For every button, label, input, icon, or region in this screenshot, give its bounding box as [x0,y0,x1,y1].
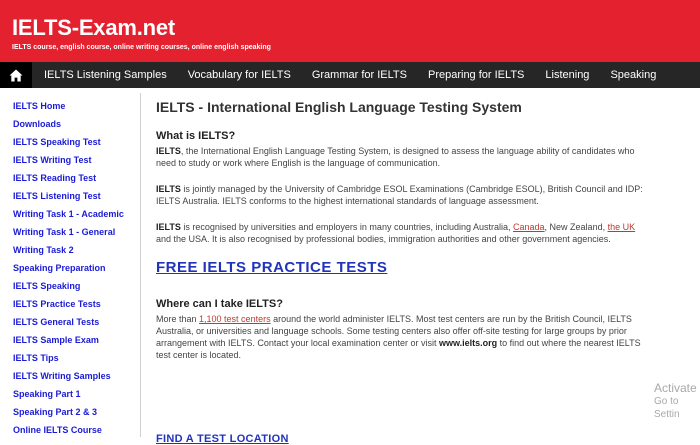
nav-item-grammar[interactable]: Grammar for IELTS [301,62,417,88]
canada-link[interactable]: Canada [513,222,545,232]
sidebar-item-speaking-preparation[interactable]: Speaking Preparation [0,259,140,277]
watermark-line1: Activate [654,381,697,395]
sidebar-item-downloads[interactable]: Downloads [0,115,140,133]
sidebar-item-writing-task1-academic[interactable]: Writing Task 1 - Academic [0,205,140,223]
what-is-heading: What is IELTS? [156,130,236,142]
paragraph-recognised: IELTS is recognised by universities and … [156,221,646,245]
sidebar-item-ielts-tips[interactable]: IELTS Tips [0,349,140,367]
ielts-bold: IELTS [156,184,181,194]
paragraph-managed: IELTS is jointly managed by the Universi… [156,183,646,207]
top-nav: IELTS Listening Samples Vocabulary for I… [0,62,700,88]
test-centers-link[interactable]: 1,100 test centers [199,314,271,324]
ielts-bold: IELTS [156,222,181,232]
paragraph-where: More than 1,100 test centers around the … [156,313,646,361]
paragraph-text: , the International English Language Tes… [156,146,635,168]
nav-item-preparing[interactable]: Preparing for IELTS [417,62,534,88]
paragraph-text: is recognised by universities and employ… [180,222,514,232]
paragraph-text: , New Zealand, [544,222,608,232]
watermark-line2: Go to Settin [654,396,680,420]
nav-item-listening[interactable]: Listening [535,62,600,88]
sidebar-item-writing-task1-general[interactable]: Writing Task 1 - General [0,223,140,241]
sidebar-item-listening-test[interactable]: IELTS Listening Test [0,187,140,205]
home-button[interactable] [0,62,32,88]
sidebar-item-speaking-part2-3[interactable]: Speaking Part 2 & 3 [0,403,140,421]
free-practice-tests-link[interactable]: FREE IELTS PRACTICE TESTS [156,259,387,276]
ielts-website-bold: www.ielts.org [438,338,498,348]
sidebar-item-speaking-part1[interactable]: Speaking Part 1 [0,385,140,403]
where-heading: Where can I take IELTS? [156,298,283,310]
home-icon [9,69,23,81]
site-header: IELTS-Exam.net IELTS course, english cou… [0,0,700,62]
sidebar-item-online-course[interactable]: Online IELTS Course [0,421,140,439]
uk-link[interactable]: the UK [608,222,636,232]
main-content: IELTS - International English Language T… [156,93,646,445]
paragraph-what-is: IELTS, the International English Languag… [156,145,646,169]
sidebar-item-general-tests[interactable]: IELTS General Tests [0,313,140,331]
sidebar-item-practice-tests[interactable]: IELTS Practice Tests [0,295,140,313]
ielts-bold: IELTS [156,146,181,156]
sidebar-item-ielts-speaking[interactable]: IELTS Speaking [0,277,140,295]
sidebar-item-speaking-test[interactable]: IELTS Speaking Test [0,133,140,151]
nav-item-vocabulary[interactable]: Vocabulary for IELTS [177,62,301,88]
site-tagline: IELTS course, english course, online wri… [12,44,271,51]
sidebar-item-reading-test[interactable]: IELTS Reading Test [0,169,140,187]
sidebar: IELTS Home Downloads IELTS Speaking Test… [0,93,141,437]
sidebar-item-ielts-home[interactable]: IELTS Home [0,97,140,115]
sidebar-item-sample-exam[interactable]: IELTS Sample Exam [0,331,140,349]
site-logo[interactable]: IELTS-Exam.net [12,16,175,40]
paragraph-text: More than [156,314,200,324]
paragraph-text: and the USA. It is also recognised by pr… [156,234,611,244]
sidebar-item-writing-task2[interactable]: Writing Task 2 [0,241,140,259]
sidebar-item-writing-samples[interactable]: IELTS Writing Samples [0,367,140,385]
nav-item-speaking[interactable]: Speaking [600,62,667,88]
page-title: IELTS - International English Language T… [156,99,522,115]
paragraph-text: is jointly managed by the University of … [156,184,643,206]
activate-windows-watermark: Activate Go to Settin [654,382,700,421]
nav-item-listening-samples[interactable]: IELTS Listening Samples [32,62,177,88]
find-test-location-link[interactable]: FIND A TEST LOCATION [156,433,289,445]
sidebar-item-writing-test[interactable]: IELTS Writing Test [0,151,140,169]
